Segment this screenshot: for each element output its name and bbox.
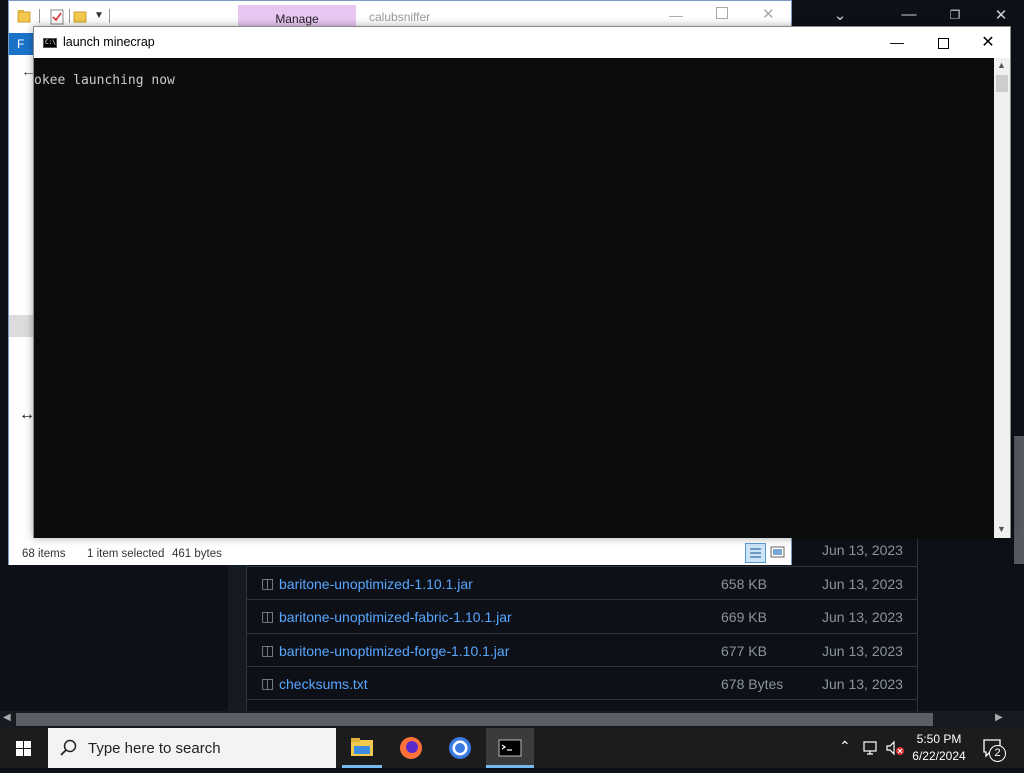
clock-time[interactable]: 5:50 PM [906, 732, 972, 746]
item-count: 68 items [22, 548, 66, 560]
details-view-icon [750, 548, 761, 558]
taskbar-console[interactable] [486, 728, 534, 768]
search-icon [60, 739, 77, 756]
asset-link[interactable]: baritone-unoptimized-forge-1.10.1.jar [279, 643, 509, 659]
console-title-bar[interactable]: C:\ launch minecrap — ✕ [34, 27, 1010, 58]
asset-size: 677 KB [721, 643, 767, 659]
nav-pane-selected-item[interactable] [9, 315, 35, 337]
asset-date: Jun 13, 2023 [822, 576, 903, 592]
windows-logo-icon [16, 741, 31, 756]
console-window: C:\ launch minecrap — ✕ okee launching n… [33, 26, 1011, 538]
properties-icon[interactable] [50, 9, 64, 25]
separator [39, 9, 40, 23]
asset-row[interactable]: ◫ baritone-unoptimized-fabric-1.10.1.jar… [247, 599, 917, 632]
taskbar-chrome[interactable] [436, 728, 484, 768]
package-icon: ◫ [261, 675, 275, 691]
asset-date: Jun 13, 2023 [822, 542, 903, 558]
scroll-down-arrow-icon[interactable]: ▼ [997, 524, 1006, 534]
firefox-icon [400, 737, 422, 759]
asset-date: Jun 13, 2023 [822, 643, 903, 659]
explorer-close-button[interactable]: ✕ [762, 5, 775, 23]
taskbar-search-box[interactable]: Type here to search [48, 728, 336, 768]
page-gutter [228, 560, 246, 712]
asset-link[interactable]: baritone-unoptimized-fabric-1.10.1.jar [279, 609, 512, 625]
console-output-text: okee launching now [34, 73, 175, 88]
search-placeholder: Type here to search [88, 740, 221, 757]
new-folder-icon[interactable] [73, 9, 87, 23]
package-icon: ◫ [261, 608, 275, 624]
taskbar-file-explorer[interactable] [338, 728, 386, 768]
package-icon: ◫ [261, 642, 275, 658]
asset-row[interactable]: ◫ baritone-unoptimized-1.10.1.jar 658 KB… [247, 566, 917, 599]
explorer-maximize-button[interactable] [716, 7, 728, 19]
asset-date: Jun 13, 2023 [822, 609, 903, 625]
separator [109, 9, 110, 23]
network-icon[interactable] [862, 739, 880, 757]
vertical-scroll-thumb[interactable] [1014, 436, 1024, 564]
tab-list-chevron-icon[interactable]: ⌄ [817, 6, 863, 24]
browser-restore-button[interactable]: ❐ [932, 8, 978, 22]
clock-date[interactable]: 6/22/2024 [906, 749, 972, 763]
explorer-minimize-button[interactable]: — [669, 7, 683, 23]
command-prompt-icon: C:\ [43, 38, 57, 48]
asset-link[interactable]: checksums.txt [279, 676, 368, 692]
browser-minimize-button[interactable]: — [886, 6, 932, 23]
browser-close-button[interactable]: ✕ [978, 6, 1024, 24]
file-explorer-icon [351, 738, 373, 756]
separator [69, 9, 70, 23]
asset-size: 669 KB [721, 609, 767, 625]
console-output-area[interactable]: okee launching now [34, 58, 994, 538]
asset-row[interactable]: ◫ checksums.txt 678 Bytes Jun 13, 2023 [247, 666, 917, 699]
explorer-status-bar: 68 items 1 item selected 461 bytes [9, 541, 791, 565]
console-title: launch minecrap [63, 35, 155, 49]
console-scroll-thumb[interactable] [996, 75, 1008, 92]
details-view-button[interactable] [745, 543, 766, 563]
notification-badge: 2 [989, 745, 1006, 762]
folder-icon [17, 10, 31, 23]
taskbar-firefox[interactable] [387, 728, 435, 768]
show-hidden-icons-chevron-icon[interactable]: ⌃ [839, 738, 851, 755]
package-icon: ◫ [261, 575, 275, 591]
asset-size: 678 Bytes [721, 676, 784, 692]
selection-size: 461 bytes [172, 548, 222, 560]
large-icons-view-icon [770, 546, 785, 558]
chrome-icon [449, 737, 471, 759]
asset-link[interactable]: baritone-unoptimized-1.10.1.jar [279, 576, 473, 592]
console-minimize-button[interactable]: — [874, 27, 920, 58]
start-button[interactable] [0, 728, 48, 768]
scroll-left-arrow-icon[interactable]: ◀ [3, 712, 11, 723]
scroll-up-arrow-icon[interactable]: ▲ [997, 60, 1006, 70]
scroll-right-arrow-icon[interactable]: ▶ [995, 712, 1003, 723]
volume-muted-icon[interactable] [885, 739, 905, 757]
asset-row[interactable]: ◫ baritone-unoptimized-forge-1.10.1.jar … [247, 633, 917, 666]
horizontal-scroll-thumb[interactable] [16, 713, 933, 726]
console-close-button[interactable]: ✕ [965, 27, 1011, 58]
command-prompt-icon [498, 739, 522, 757]
explorer-folder-title: calubsniffer [369, 10, 431, 24]
asset-date: Jun 13, 2023 [822, 676, 903, 692]
console-maximize-button[interactable] [920, 27, 966, 58]
large-icons-view-button[interactable] [770, 545, 786, 562]
console-vertical-scrollbar[interactable]: ▲ ▼ [994, 58, 1010, 538]
asset-size: 658 KB [721, 576, 767, 592]
selection-count: 1 item selected [87, 548, 165, 560]
quick-access-dropdown-icon[interactable]: ▼ [94, 10, 104, 21]
